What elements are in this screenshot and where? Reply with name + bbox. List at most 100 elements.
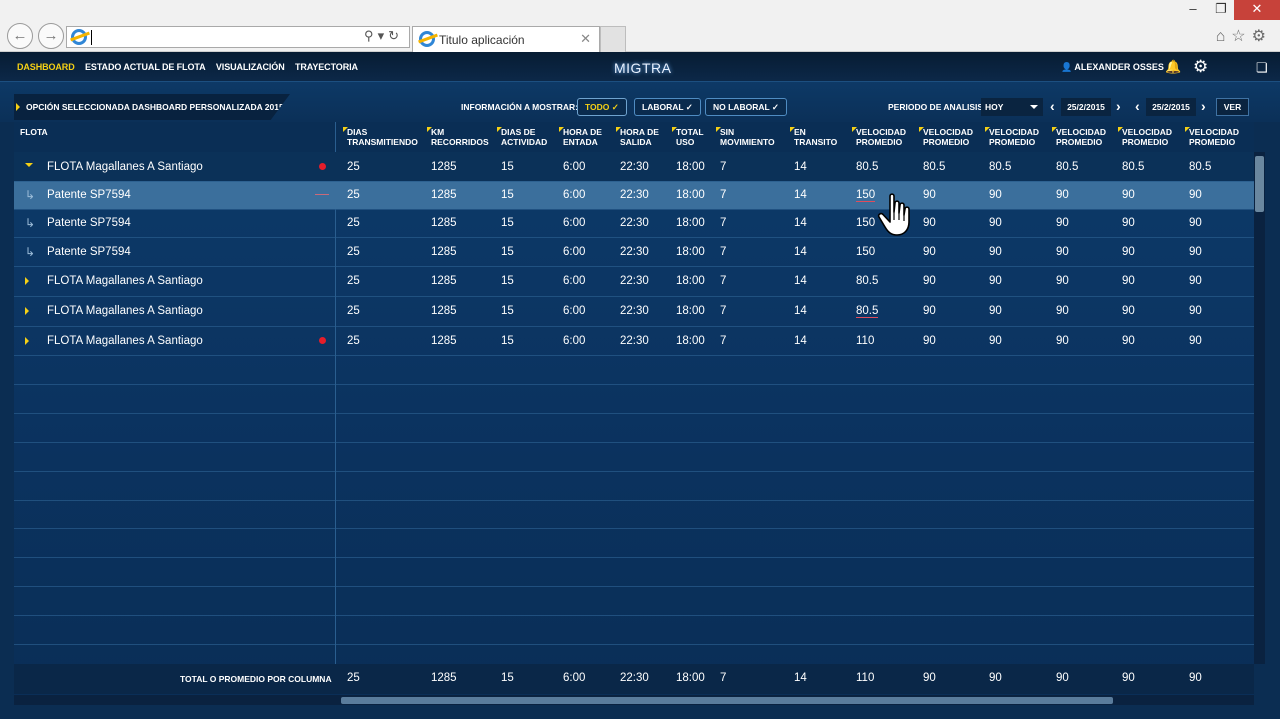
vertical-scroll-thumb[interactable] (1255, 156, 1264, 212)
collapse-icon[interactable] (25, 162, 33, 167)
forward-icon[interactable]: → (38, 23, 64, 49)
table-cell: 90 (1189, 335, 1202, 347)
vertical-scrollbar[interactable] (1254, 152, 1265, 664)
user-menu[interactable]: 👤 ALEXANDER OSSES (1061, 62, 1164, 73)
date-from-prev-icon[interactable]: ‹ (1050, 98, 1055, 114)
table-cell: 90 (1122, 246, 1135, 258)
date-from-next-icon[interactable]: › (1116, 98, 1121, 114)
footer-cell: 7 (720, 672, 727, 684)
browser-tab[interactable]: Titulo aplicación ✕ (412, 26, 600, 52)
header-flag-icon (790, 127, 795, 132)
menu-visualizacion[interactable]: VISUALIZACIÓN (216, 62, 285, 72)
periodo-label: PERIODO DE ANALISIS (888, 102, 984, 112)
tab-ie-icon (419, 31, 435, 47)
filter-laboral-button[interactable]: LABORAL ✓ (634, 98, 701, 116)
vehicle-row[interactable]: ↳ Patente SP7594 25 1285 15 6:00 22:30 18:00 7 14… (14, 237, 1254, 266)
ie-icon (71, 29, 87, 45)
expand-icon[interactable] (25, 277, 29, 285)
row-divider (14, 384, 1254, 385)
window-icon[interactable]: ❏ (1256, 60, 1268, 76)
expand-icon[interactable] (25, 336, 29, 345)
table-cell: 90 (1122, 335, 1135, 347)
table-cell: 90 (989, 305, 1002, 317)
header-label: PROMEDIO (856, 137, 903, 147)
vehicle-row[interactable]: ↳ Patente SP7594 25 1285 15 6:00 22:30 18:00 7 14… (14, 209, 1254, 237)
browser-right-icons[interactable]: ⌂☆⚙ (1216, 26, 1272, 46)
date-to-next-icon[interactable]: › (1201, 98, 1206, 114)
table-cell: 90 (989, 335, 1002, 347)
bell-icon[interactable]: 🔔 (1165, 59, 1181, 75)
fleet-row[interactable]: FLOTA Magallanes A Santiago 25 1285 15 6:00 2… (14, 326, 1254, 355)
table-cell: 150 (856, 217, 876, 229)
back-icon[interactable]: ← (7, 23, 33, 49)
row-name: Patente SP7594 (47, 217, 131, 229)
date-to[interactable]: 25/2/2015 (1146, 98, 1196, 116)
footer-row: TOTAL O PROMEDIO POR COLUMNA 25 1285 15 6:0… (14, 664, 1254, 694)
periodo-select[interactable]: HOY (981, 98, 1043, 116)
date-from[interactable]: 25/2/2015 (1061, 98, 1111, 116)
menu-trayectoria[interactable]: TRAYECTORIA (295, 62, 358, 72)
table-cell: 6:00 (563, 275, 586, 287)
footer-cell: 15 (501, 672, 514, 684)
header-label: VELOCIDAD (1122, 127, 1173, 137)
minimize-icon[interactable]: – (1178, 0, 1208, 20)
header-label: VELOCIDAD (923, 127, 974, 137)
footer-cell: 90 (989, 672, 1002, 684)
table-cell: 90 (989, 217, 1002, 229)
table-cell: 90 (989, 246, 1002, 258)
menu-estado-actual[interactable]: ESTADO ACTUAL DE FLOTA (85, 62, 206, 72)
vehicle-row[interactable]: ↳ Patente SP7594 25 1285 15 6:00 22:30 18:00 7 14… (14, 181, 1254, 209)
table-cell: 14 (794, 305, 807, 317)
date-to-prev-icon[interactable]: ‹ (1135, 98, 1140, 114)
filter-todo-button[interactable]: TODO ✓ (577, 98, 627, 116)
table-cell: 80.5 (923, 161, 946, 173)
fleet-row[interactable]: FLOTA Magallanes A Santiago 25 1285 15 6:00 2… (14, 266, 1254, 296)
table-cell: 90 (1189, 305, 1202, 317)
header-label: PROMEDIO (923, 137, 970, 147)
table-cell: 18:00 (676, 305, 705, 317)
address-bar[interactable]: ⚲▾↻ (66, 26, 410, 48)
gear-icon[interactable]: ⚙ (1193, 57, 1208, 77)
horizontal-scroll-thumb[interactable] (341, 697, 1113, 704)
filter-no-laboral-button[interactable]: NO LABORAL ✓ (705, 98, 787, 116)
close-tab-icon[interactable]: ✕ (580, 31, 591, 47)
header-flag-icon (1118, 127, 1123, 132)
sub-item-icon: ↳ (25, 188, 36, 202)
row-divider (14, 355, 1254, 356)
header-label: VELOCIDAD (1189, 127, 1240, 137)
address-tools[interactable]: ⚲▾↻ (364, 28, 403, 44)
expand-icon[interactable] (25, 307, 29, 315)
ver-button[interactable]: VER (1216, 98, 1249, 116)
header-flag-icon (343, 127, 348, 132)
fleet-row[interactable]: FLOTA Magallanes A Santiago 25 1285 15 6:00 2… (14, 296, 1254, 326)
table-cell: 25 (347, 189, 360, 201)
table-cell: 1285 (431, 275, 457, 287)
restore-icon[interactable]: ❐ (1206, 0, 1236, 20)
table-cell: 80.5 (989, 161, 1012, 173)
header-flag-icon (1052, 127, 1057, 132)
table-cell: 80.5 (856, 161, 879, 173)
table-cell: 6:00 (563, 335, 586, 347)
footer-cell: 22:30 (620, 672, 649, 684)
fleet-row[interactable]: FLOTA Magallanes A Santiago 25 1285 15 6:00 2… (14, 152, 1254, 181)
footer-cell: 90 (1189, 672, 1202, 684)
table-cell: 90 (1122, 217, 1135, 229)
option-label: OPCIÓN SELECCIONADA DASHBOARD PERSONALIZ… (26, 102, 284, 112)
footer-label: TOTAL O PROMEDIO POR COLUMNA (180, 674, 332, 684)
header-label: VELOCIDAD (856, 127, 907, 137)
table-cell: 7 (720, 189, 727, 201)
table-cell: 1285 (431, 246, 457, 258)
new-tab-button[interactable] (600, 26, 626, 52)
row-divider (14, 266, 1254, 267)
menu-dashboard[interactable]: DASHBOARD (17, 62, 75, 72)
table-cell: 90 (1056, 246, 1069, 258)
alert-dot-icon (319, 162, 326, 170)
table-cell: 15 (501, 161, 514, 173)
header-label: KM (431, 127, 445, 137)
row-divider (14, 296, 1254, 297)
table-cell: 80.5 (1056, 161, 1079, 173)
table-cell: 80.5 (1122, 161, 1145, 173)
close-window-icon[interactable]: ✕ (1234, 0, 1280, 20)
row-divider (14, 615, 1254, 616)
row-divider (14, 644, 1254, 645)
